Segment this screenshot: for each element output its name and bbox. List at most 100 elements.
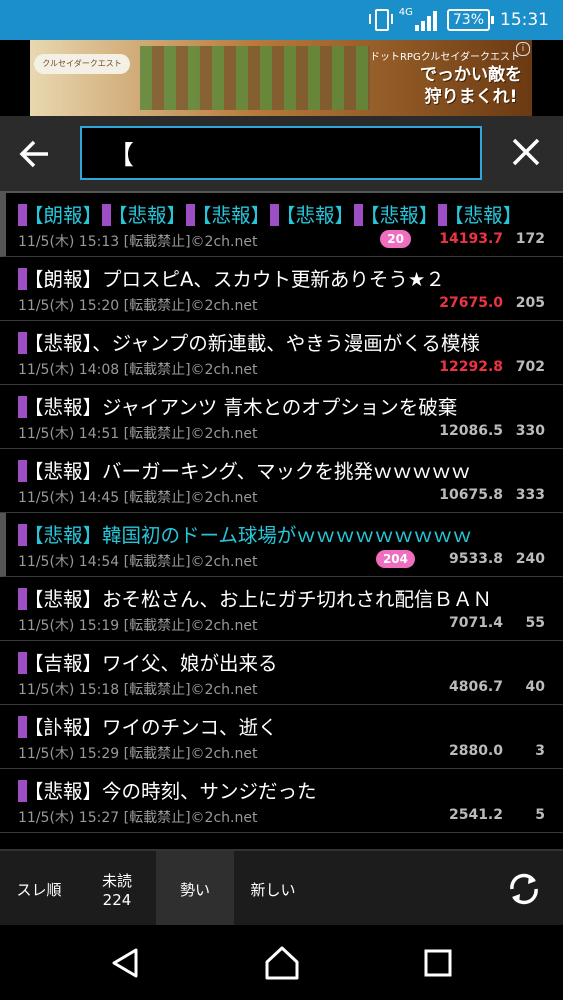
thread-meta: 11/5(木) 15:19 [転載禁止]©2ch.net bbox=[18, 618, 258, 634]
new-response-badge: 204 bbox=[375, 550, 415, 568]
ad-subtitle: ドットRPGクルセイダークエスト bbox=[369, 52, 520, 63]
thread-list: 【朗報】 【悲報】 【悲報】 【悲報】 【悲報】 【悲報】 11/5(木) 15:13 [転… bbox=[0, 193, 563, 849]
momentum-value: 4806.7 bbox=[448, 679, 503, 695]
response-count: 40 bbox=[525, 679, 545, 695]
response-count: 702 bbox=[515, 359, 545, 375]
thread-marker bbox=[18, 779, 27, 802]
thread-row[interactable]: 【悲報】今の時刻、サンジだった 11/5(木) 15:27 [転載禁止]©2ch.… bbox=[0, 769, 563, 833]
thread-meta: 11/5(木) 15:20 [転載禁止]©2ch.net bbox=[18, 298, 258, 314]
momentum-value: 27675.0 bbox=[439, 295, 503, 311]
response-count: 333 bbox=[515, 487, 545, 503]
momentum-value: 12086.5 bbox=[439, 423, 503, 439]
network-type: 4G bbox=[398, 6, 413, 18]
thread-title: 【悲報】今の時刻、サンジだった bbox=[18, 775, 317, 804]
search-input[interactable] bbox=[80, 126, 482, 180]
triangle-back-icon[interactable] bbox=[108, 945, 144, 985]
signal-icon bbox=[414, 9, 437, 31]
clock: 15:31 bbox=[500, 10, 549, 30]
thread-row[interactable]: 【朗報】プロスピA、スカウト更新ありそう★２ 11/5(木) 15:20 [転載禁… bbox=[0, 257, 563, 321]
ad-image[interactable]: クルセイダークエスト ドットRPGクルセイダークエスト でっかい敵を 狩りまくれ!… bbox=[30, 40, 532, 116]
ad-headline-line1: でっかい敵を bbox=[420, 65, 522, 85]
thread-row[interactable]: 【悲報】ジャイアンツ 青木とのオプションを破棄 11/5(木) 14:51 [転載… bbox=[0, 385, 563, 449]
thread-title: 【悲報】ジャイアンツ 青木とのオプションを破棄 bbox=[18, 391, 457, 420]
momentum-value: 12292.8 bbox=[439, 359, 503, 375]
new-response-badge: 20 bbox=[380, 230, 411, 248]
thread-title: 【吉報】ワイ父、娘が出来る bbox=[18, 647, 278, 676]
ad-logo: クルセイダークエスト bbox=[34, 54, 130, 74]
thread-row[interactable]: 【訃報】ワイのチンコ、逝く 11/5(木) 15:29 [転載禁止]©2ch.ne… bbox=[0, 705, 563, 769]
momentum-value: 7071.4 bbox=[448, 615, 503, 631]
thread-title: 【悲報】、ジャンプの新連載、やきう漫画がくる模様 bbox=[18, 327, 480, 356]
thread-title: 【悲報】おそ松さん、お上にガチ切れされ配信ＢＡＮ bbox=[18, 583, 492, 612]
response-count: 5 bbox=[535, 807, 545, 823]
square-recent-icon[interactable] bbox=[422, 945, 454, 985]
thread-marker bbox=[18, 651, 27, 674]
thread-row[interactable]: 【悲報】おそ松さん、お上にガチ切れされ配信ＢＡＮ 11/5(木) 15:19 [転… bbox=[0, 577, 563, 641]
thread-title: 【朗報】 【悲報】 【悲報】 【悲報】 【悲報】 【悲報】 bbox=[18, 199, 522, 228]
unread-count: 224 bbox=[102, 890, 132, 909]
status-bar: 4G 73% 15:31 bbox=[0, 0, 563, 40]
thread-row[interactable]: 【悲報】バーガーキング、マックを挑発ｗｗｗｗｗ 11/5(木) 14:45 [転載… bbox=[0, 449, 563, 513]
momentum-value: 2541.2 bbox=[448, 807, 503, 823]
tab-thread-order[interactable]: スレ順 bbox=[0, 851, 78, 927]
thread-marker bbox=[18, 267, 27, 290]
tab-unread[interactable]: 未読 224 bbox=[78, 851, 156, 927]
thread-marker bbox=[18, 203, 27, 226]
thread-marker bbox=[18, 459, 27, 482]
thread-marker bbox=[18, 395, 27, 418]
momentum-value: 10675.8 bbox=[439, 487, 503, 503]
response-count: 205 bbox=[515, 295, 545, 311]
thread-marker bbox=[18, 715, 27, 738]
thread-title: 【訃報】ワイのチンコ、逝く bbox=[18, 711, 278, 740]
battery-icon: 73% bbox=[446, 9, 495, 31]
tab-newest[interactable]: 新しい bbox=[234, 851, 312, 927]
response-count: 240 bbox=[515, 551, 545, 567]
tab-label: 新しい bbox=[250, 880, 296, 899]
thread-title: 【悲報】バーガーキング、マックを挑発ｗｗｗｗｗ bbox=[18, 455, 471, 484]
response-count: 330 bbox=[515, 423, 545, 439]
thread-title: 【朗報】プロスピA、スカウト更新ありそう★２ bbox=[18, 263, 445, 292]
thread-marker bbox=[438, 203, 448, 226]
response-count: 3 bbox=[535, 743, 545, 759]
tab-label: 未読 bbox=[101, 871, 132, 890]
thread-marker bbox=[18, 587, 27, 610]
thread-marker bbox=[270, 203, 280, 226]
thread-row[interactable]: 【吉報】ワイ父、娘が出来る 11/5(木) 15:18 [転載禁止]©2ch.ne… bbox=[0, 641, 563, 705]
thread-meta: 11/5(木) 15:13 [転載禁止]©2ch.net bbox=[18, 234, 258, 250]
sort-tab-bar: スレ順 未読 224 勢い 新しい bbox=[0, 849, 563, 927]
system-nav-bar bbox=[0, 925, 563, 1000]
thread-meta: 11/5(木) 15:29 [転載禁止]©2ch.net bbox=[18, 746, 258, 762]
thread-meta: 11/5(木) 14:51 [転載禁止]©2ch.net bbox=[18, 426, 258, 442]
tab-label: スレ順 bbox=[16, 880, 62, 899]
thread-meta: 11/5(木) 15:27 [転載禁止]©2ch.net bbox=[18, 810, 258, 826]
thread-title: 【悲報】韓国初のドーム球場がｗｗｗｗｗｗｗｗｗ bbox=[18, 519, 472, 548]
thread-marker bbox=[102, 203, 112, 226]
thread-row[interactable]: 【悲報】、ジャンプの新連載、やきう漫画がくる模様 11/5(木) 14:08 [転… bbox=[0, 321, 563, 385]
thread-meta: 11/5(木) 14:54 [転載禁止]©2ch.net bbox=[18, 554, 258, 570]
battery-level: 73% bbox=[452, 12, 484, 28]
thread-marker bbox=[18, 331, 27, 354]
thread-marker bbox=[18, 523, 27, 546]
search-bar bbox=[0, 116, 563, 193]
thread-marker bbox=[354, 203, 364, 226]
tab-momentum[interactable]: 勢い bbox=[156, 851, 234, 927]
response-count: 172 bbox=[515, 231, 545, 247]
close-icon[interactable] bbox=[508, 134, 544, 170]
thread-meta: 11/5(木) 14:45 [転載禁止]©2ch.net bbox=[18, 490, 258, 506]
ad-info-icon[interactable]: i bbox=[516, 42, 530, 56]
thread-row[interactable]: 【朗報】 【悲報】 【悲報】 【悲報】 【悲報】 【悲報】 11/5(木) 15:13 [転… bbox=[0, 193, 563, 257]
home-icon[interactable] bbox=[263, 945, 301, 985]
ad-headline: でっかい敵を 狩りまくれ! bbox=[420, 64, 522, 108]
vibrate-icon bbox=[368, 9, 393, 31]
refresh-icon[interactable] bbox=[504, 869, 544, 909]
thread-meta: 11/5(木) 14:08 [転載禁止]©2ch.net bbox=[18, 362, 258, 378]
ad-headline-line2: 狩りまくれ! bbox=[424, 87, 518, 107]
thread-row[interactable]: 【悲報】韓国初のドーム球場がｗｗｗｗｗｗｗｗｗ 11/5(木) 14:54 [転載… bbox=[0, 513, 563, 577]
momentum-value: 14193.7 bbox=[439, 231, 503, 247]
momentum-value: 9533.8 bbox=[448, 551, 503, 567]
back-arrow-icon[interactable] bbox=[18, 136, 54, 172]
response-count: 55 bbox=[525, 615, 545, 631]
tab-label: 勢い bbox=[179, 880, 210, 899]
ad-banner[interactable]: クルセイダークエスト ドットRPGクルセイダークエスト でっかい敵を 狩りまくれ!… bbox=[0, 40, 563, 116]
thread-meta: 11/5(木) 15:18 [転載禁止]©2ch.net bbox=[18, 682, 258, 698]
